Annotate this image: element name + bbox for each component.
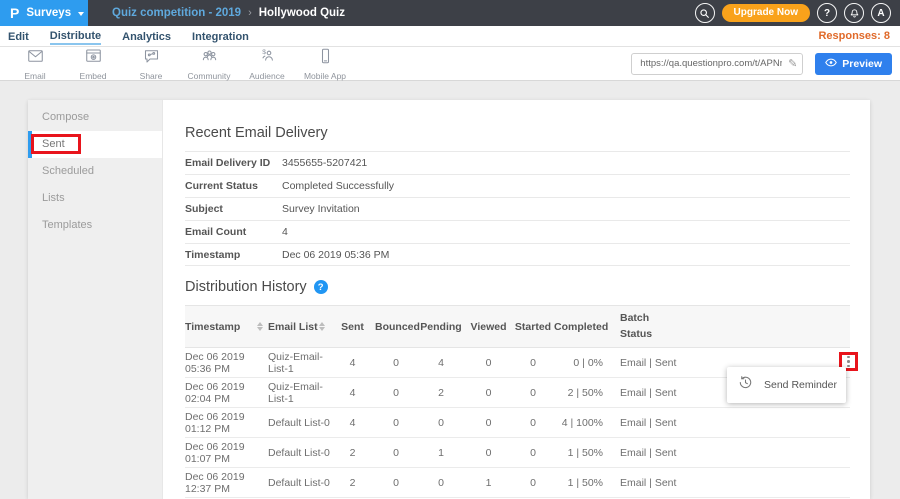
upgrade-now-button[interactable]: Upgrade Now — [722, 4, 810, 22]
toolbar-item-audience[interactable]: $ Audience — [238, 47, 296, 81]
toolbar-item-community[interactable]: Community — [180, 47, 238, 81]
col-timestamp[interactable]: Timestamp — [185, 306, 268, 348]
toolbar-item-mobile-app[interactable]: Mobile App — [296, 47, 354, 81]
toolbar-item-embed[interactable]: Embed — [64, 47, 122, 81]
email-icon — [26, 47, 45, 70]
community-icon — [200, 47, 219, 70]
sort-icon — [319, 322, 325, 331]
kv-label: Current Status — [185, 180, 282, 192]
breadcrumb-current: Hollywood Quiz — [259, 7, 345, 19]
audience-icon: $ — [258, 47, 277, 70]
survey-url-input[interactable] — [631, 53, 803, 75]
kv-row: Timestamp Dec 06 2019 05:36 PM — [185, 243, 850, 266]
kv-label: Timestamp — [185, 249, 282, 261]
kv-value: Survey Invitation — [282, 203, 360, 215]
mobile-app-icon — [316, 47, 335, 70]
recent-delivery-table: Email Delivery ID 3455655-5207421 Curren… — [185, 151, 850, 266]
distribution-history-title: Distribution History ? — [185, 279, 850, 295]
tab-analytics[interactable]: Analytics — [122, 29, 171, 44]
kv-row: Current Status Completed Successfully — [185, 174, 850, 197]
toolbar-item-label: Mobile App — [304, 71, 346, 81]
distribution-history-title-text: Distribution History — [185, 279, 307, 295]
table-row[interactable]: Dec 06 2019 01:12 PMDefault List-0 40 00… — [185, 408, 850, 438]
row-context-menu: Send Reminder — [727, 367, 846, 403]
product-menu[interactable]: P Surveys — [0, 0, 88, 26]
col-batch-status: Batch Status — [609, 306, 699, 348]
kv-label: Email Delivery ID — [185, 157, 282, 169]
col-bounced: Bounced — [375, 306, 417, 348]
sidebar-item-compose[interactable]: Compose — [28, 104, 162, 131]
breadcrumb: Quiz competition - 2019 › Hollywood Quiz — [112, 7, 345, 19]
main-content: Recent Email Delivery Email Delivery ID … — [163, 100, 870, 499]
survey-nav: Edit Distribute Analytics Integration Re… — [0, 26, 900, 47]
email-sidebar: Compose Sent Scheduled Lists Templates — [28, 100, 163, 499]
breadcrumb-parent-link[interactable]: Quiz competition - 2019 — [112, 7, 241, 19]
kv-row: Email Delivery ID 3455655-5207421 — [185, 151, 850, 174]
kv-value: 3455655-5207421 — [282, 157, 367, 169]
preview-button-label: Preview — [842, 58, 882, 70]
toolbar-item-label: Audience — [249, 71, 284, 81]
svg-text:$: $ — [262, 48, 266, 55]
product-menu-label: Surveys — [26, 7, 71, 19]
table-row[interactable]: Dec 06 2019 12:37 PMDefault List-0 20 01… — [185, 468, 850, 498]
content-card: Compose Sent Scheduled Lists Templates R… — [28, 100, 870, 499]
help-tooltip-icon[interactable]: ? — [314, 280, 328, 294]
toolbar-item-email[interactable]: Email — [6, 47, 64, 81]
kv-value: 4 — [282, 226, 288, 238]
col-email-list[interactable]: Email List — [268, 306, 330, 348]
kv-row: Subject Survey Invitation — [185, 197, 850, 220]
sidebar-item-lists[interactable]: Lists — [28, 185, 162, 212]
table-row[interactable]: Dec 06 2019 01:07 PMDefault List-0 20 10… — [185, 438, 850, 468]
tab-edit[interactable]: Edit — [8, 29, 29, 44]
col-actions — [699, 306, 850, 348]
sidebar-item-templates[interactable]: Templates — [28, 212, 162, 239]
survey-url-group: ✎ — [631, 53, 803, 75]
col-pending: Pending — [417, 306, 465, 348]
top-bar: P Surveys Quiz competition - 2019 › Holl… — [0, 0, 900, 26]
share-icon — [142, 47, 161, 70]
col-started: Started — [512, 306, 554, 348]
col-viewed: Viewed — [465, 306, 512, 348]
notifications-bell-icon[interactable] — [844, 3, 864, 23]
help-icon[interactable]: ? — [817, 3, 837, 23]
search-icon[interactable] — [695, 3, 715, 23]
edit-pencil-icon[interactable]: ✎ — [788, 57, 797, 70]
embed-icon — [84, 47, 103, 70]
preview-button[interactable]: Preview — [815, 53, 892, 75]
kv-label: Email Count — [185, 226, 282, 238]
toolbar-item-label: Email — [24, 71, 45, 81]
sidebar-item-scheduled[interactable]: Scheduled — [28, 158, 162, 185]
avatar[interactable]: A — [871, 3, 891, 23]
table-header-row: Timestamp Email List Sent Bounced Pendin… — [185, 306, 850, 348]
eye-icon — [825, 58, 837, 70]
col-sent: Sent — [330, 306, 375, 348]
tab-distribute[interactable]: Distribute — [50, 28, 101, 45]
send-reminder-icon — [739, 376, 752, 394]
distribute-toolbar: Email Embed Share Community $ Audience M… — [0, 47, 900, 81]
responses-count[interactable]: Responses: 8 — [818, 30, 900, 42]
breadcrumb-separator: › — [248, 7, 252, 19]
kv-value: Dec 06 2019 05:36 PM — [282, 249, 389, 261]
kv-value: Completed Successfully — [282, 180, 394, 192]
row-menu-dots-icon[interactable] — [847, 356, 850, 368]
kv-label: Subject — [185, 203, 282, 215]
toolbar-item-label: Share — [140, 71, 163, 81]
sidebar-item-sent[interactable]: Sent — [28, 131, 162, 158]
topbar-actions: Upgrade Now ? A — [695, 3, 900, 23]
questionpro-logo-icon: P — [10, 6, 19, 20]
tab-integration[interactable]: Integration — [192, 29, 249, 44]
toolbar-item-share[interactable]: Share — [122, 47, 180, 81]
toolbar-item-label: Community — [188, 71, 231, 81]
sort-icon — [257, 322, 263, 331]
recent-delivery-title: Recent Email Delivery — [185, 125, 850, 141]
kv-row: Email Count 4 — [185, 220, 850, 243]
chevron-down-icon — [78, 12, 84, 16]
col-completed: Completed — [554, 306, 609, 348]
send-reminder-menu-item[interactable]: Send Reminder — [764, 379, 837, 391]
toolbar-item-label: Embed — [80, 71, 107, 81]
